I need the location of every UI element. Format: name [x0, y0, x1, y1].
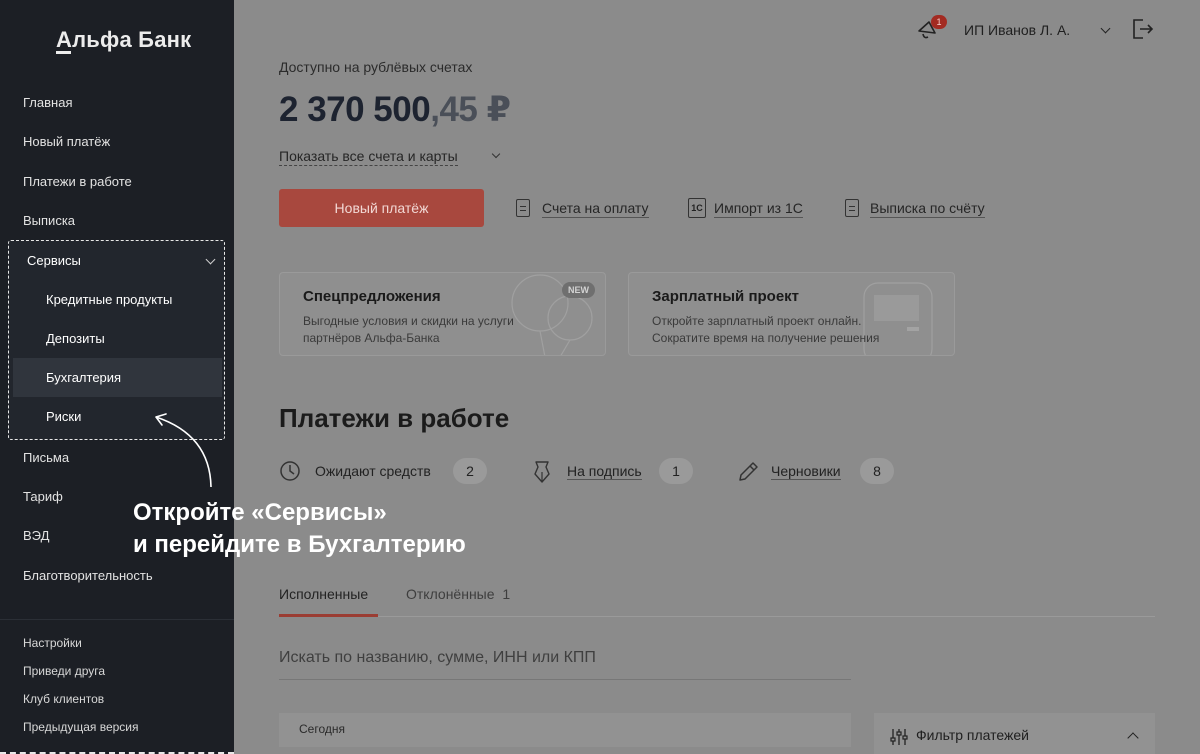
balance-amount: 2 370 500,45 ₽	[279, 90, 511, 130]
status-awaiting-funds[interactable]: Ожидают средств	[315, 463, 431, 479]
pen-nib-icon	[534, 461, 550, 483]
hint-line-1: Откройте «Сервисы»	[133, 499, 387, 526]
tabs-divider	[279, 616, 1155, 617]
notification-badge: 1	[931, 15, 947, 29]
date-group-label: Сегодня	[299, 722, 345, 736]
sidebar: Альфа Банк Главная Новый платёж Платежи …	[0, 0, 234, 754]
tab-count: 1	[502, 586, 511, 602]
sliders-icon	[890, 729, 908, 745]
new-payment-button[interactable]: Новый платёж	[279, 189, 484, 227]
invoices-link[interactable]: Счета на оплату	[542, 200, 649, 218]
sidebar-subitem-deposits[interactable]: Депозиты	[13, 319, 222, 358]
sidebar-divider	[0, 619, 234, 620]
card-description: Откройте зарплатный проект онлайн. Сокра…	[652, 314, 880, 345]
status-for-signature[interactable]: На подпись	[567, 463, 642, 480]
special-offers-card[interactable]: Спецпредложения Выгодные условия и скидк…	[279, 272, 606, 356]
sidebar-item-settings[interactable]: Настройки	[23, 636, 82, 650]
main-content: 1 ИП Иванов Л. А. Доступно на рублёвых с…	[234, 0, 1200, 754]
search-underline	[279, 679, 851, 680]
count-badge: 2	[453, 458, 487, 484]
card-title: Зарплатный проект	[652, 288, 800, 305]
user-name[interactable]: ИП Иванов Л. А.	[964, 22, 1070, 38]
sidebar-subitem-accounting[interactable]: Бухгалтерия	[13, 358, 222, 397]
chevron-down-icon[interactable]	[491, 149, 501, 159]
alfa-bank-logo[interactable]: Альфа Банк	[56, 27, 191, 53]
sidebar-item-payments-in-progress[interactable]: Платежи в работе	[23, 174, 132, 189]
tab-completed[interactable]: Исполненные	[279, 586, 368, 602]
card-description: Выгодные условия и скидки на услуги парт…	[303, 314, 514, 345]
status-drafts[interactable]: Черновики	[771, 463, 841, 480]
sidebar-item-client-club[interactable]: Клуб клиентов	[23, 692, 104, 706]
salary-project-card[interactable]: Зарплатный проект Откройте зарплатный пр…	[628, 272, 955, 356]
sidebar-item-tariff[interactable]: Тариф	[23, 489, 63, 504]
logout-icon[interactable]	[1131, 17, 1155, 41]
import-1c-link[interactable]: Импорт из 1С	[714, 200, 803, 218]
balance-cents: ,45 ₽	[430, 90, 511, 129]
import-1c-icon: 1С	[688, 198, 706, 218]
sidebar-item-refer-friend[interactable]: Приведи друга	[23, 664, 105, 678]
sidebar-item-services[interactable]: Сервисы	[13, 241, 222, 280]
document-icon	[516, 199, 530, 217]
filter-label: Фильтр платежей	[916, 727, 1030, 743]
active-tab-indicator	[279, 614, 378, 617]
sidebar-item-statement[interactable]: Выписка	[23, 213, 75, 228]
sidebar-item-previous-version[interactable]: Предыдущая версия	[23, 720, 139, 734]
sidebar-subitem-credit-products[interactable]: Кредитные продукты	[13, 280, 222, 319]
date-group-header	[279, 713, 851, 747]
tab-label: Отклонённые	[406, 586, 495, 602]
show-all-accounts-link[interactable]: Показать все счета и карты	[279, 148, 458, 166]
balance-whole: 2 370 500	[279, 90, 431, 129]
clock-icon	[280, 461, 300, 481]
document-icon	[845, 199, 859, 217]
hint-arrow-icon	[155, 413, 212, 488]
count-badge: 1	[659, 458, 693, 484]
onboarding-hint: Откройте «Сервисы» и перейдите в Бухгалт…	[133, 497, 466, 561]
tab-rejected[interactable]: Отклонённые 1	[406, 586, 510, 602]
sidebar-item-letters[interactable]: Письма	[23, 450, 69, 465]
payments-section-title: Платежи в работе	[279, 403, 510, 433]
new-badge: NEW	[562, 282, 595, 298]
sidebar-item-home[interactable]: Главная	[23, 95, 72, 110]
sidebar-item-charity[interactable]: Благотворительность	[23, 568, 153, 583]
logo-underline	[56, 51, 71, 54]
balance-label: Доступно на рублёвых счетах	[279, 59, 473, 75]
pencil-icon	[739, 462, 758, 481]
statement-link[interactable]: Выписка по счёту	[870, 200, 985, 218]
sidebar-item-ved[interactable]: ВЭД	[23, 528, 49, 543]
count-badge: 8	[860, 458, 894, 484]
payments-search-input[interactable]: Искать по названию, сумме, ИНН или КПП	[279, 649, 596, 667]
chevron-down-icon[interactable]	[1100, 23, 1111, 34]
sidebar-item-new-payment[interactable]: Новый платёж	[23, 134, 110, 149]
card-title: Спецпредложения	[303, 288, 441, 305]
hint-line-2: и перейдите в Бухгалтерию	[133, 531, 466, 558]
